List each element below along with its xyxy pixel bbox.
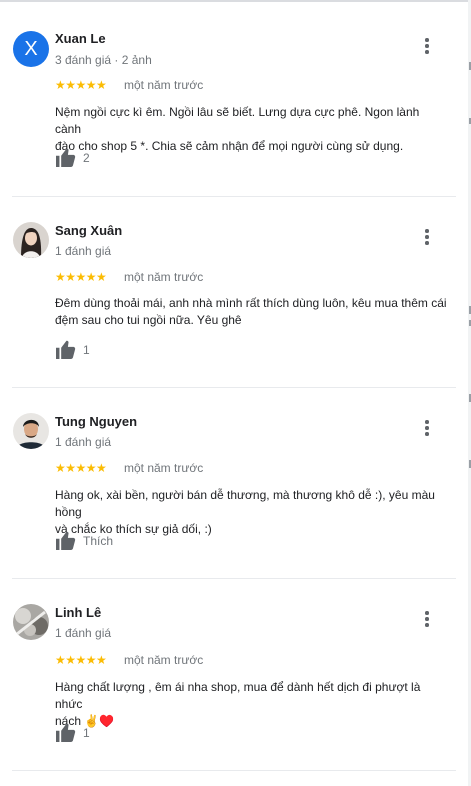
divider: [12, 770, 456, 771]
more-vert-icon[interactable]: [418, 228, 436, 246]
divider: [12, 578, 456, 579]
thumb-up-icon: [55, 531, 76, 550]
like-button[interactable]: 1: [55, 723, 90, 742]
review-text-line: và chắc ko thích sự giả dối, :): [55, 522, 212, 536]
like-button[interactable]: Thích: [55, 531, 113, 550]
thumb-up-icon: [55, 148, 76, 167]
avatar[interactable]: [13, 222, 49, 258]
review-text: Đêm dùng thoải mái, anh nhà mình rất thí…: [55, 295, 447, 329]
reviewer-meta: 1 đánh giá: [55, 244, 112, 258]
review-time: một năm trước: [124, 653, 204, 667]
reviewer-meta: 3 đánh giá · 2 ảnh: [55, 53, 152, 67]
like-count: 1: [83, 342, 90, 357]
review-text-line: Nệm ngồi cực kì êm. Ngồi lâu sẽ biết. Lư…: [55, 105, 420, 136]
avatar[interactable]: X: [13, 31, 49, 67]
review-text-line: nách ✌️♥️: [55, 714, 115, 728]
reviewer-name[interactable]: Xuan Le: [55, 31, 106, 46]
thumb-up-icon: [55, 723, 76, 742]
review-text-line: Hàng ok, xài bền, người bán dễ thương, m…: [55, 488, 435, 519]
reviewer-meta: 1 đánh giá: [55, 435, 112, 449]
review-time: một năm trước: [124, 461, 204, 475]
review-text: Hàng ok, xài bền, người bán dễ thương, m…: [55, 487, 447, 538]
review-text: Nệm ngồi cực kì êm. Ngồi lâu sẽ biết. Lư…: [55, 104, 447, 155]
more-vert-icon[interactable]: [418, 610, 436, 628]
review-text-line: đào cho shop 5 *. Chia sẽ cảm nhận để mọ…: [55, 139, 404, 153]
reviewer-name[interactable]: Tung Nguyen: [55, 414, 137, 429]
more-vert-icon[interactable]: [418, 419, 436, 437]
like-label: Thích: [83, 533, 114, 548]
star-rating: ★★★★★: [55, 653, 107, 667]
top-border: [0, 0, 471, 2]
reviewer-meta: 1 đánh giá: [55, 626, 112, 640]
review-text-line: Đêm dùng thoải mái, anh nhà mình rất thí…: [55, 296, 447, 310]
star-rating: ★★★★★: [55, 78, 107, 92]
review-time: một năm trước: [124, 78, 204, 92]
review-time: một năm trước: [124, 270, 204, 284]
divider: [12, 387, 456, 388]
star-rating: ★★★★★: [55, 461, 107, 475]
avatar[interactable]: [13, 604, 49, 640]
review-text-line: Hàng chất lượng , êm ái nha shop, mua để…: [55, 680, 421, 711]
reviewer-name[interactable]: Sang Xuân: [55, 223, 122, 238]
reviewer-name[interactable]: Linh Lê: [55, 605, 101, 620]
review-text: Hàng chất lượng , êm ái nha shop, mua để…: [55, 679, 447, 730]
more-vert-icon[interactable]: [418, 37, 436, 55]
like-count: 2: [83, 150, 90, 165]
like-button[interactable]: 2: [55, 148, 90, 167]
thumb-up-icon: [55, 340, 76, 359]
star-rating: ★★★★★: [55, 270, 107, 284]
like-count: 1: [83, 725, 90, 740]
avatar[interactable]: [13, 413, 49, 449]
divider: [12, 196, 456, 197]
like-button[interactable]: 1: [55, 340, 90, 359]
review-text-line: đệm sau cho tui ngồi nữa. Yêu ghê: [55, 313, 242, 327]
